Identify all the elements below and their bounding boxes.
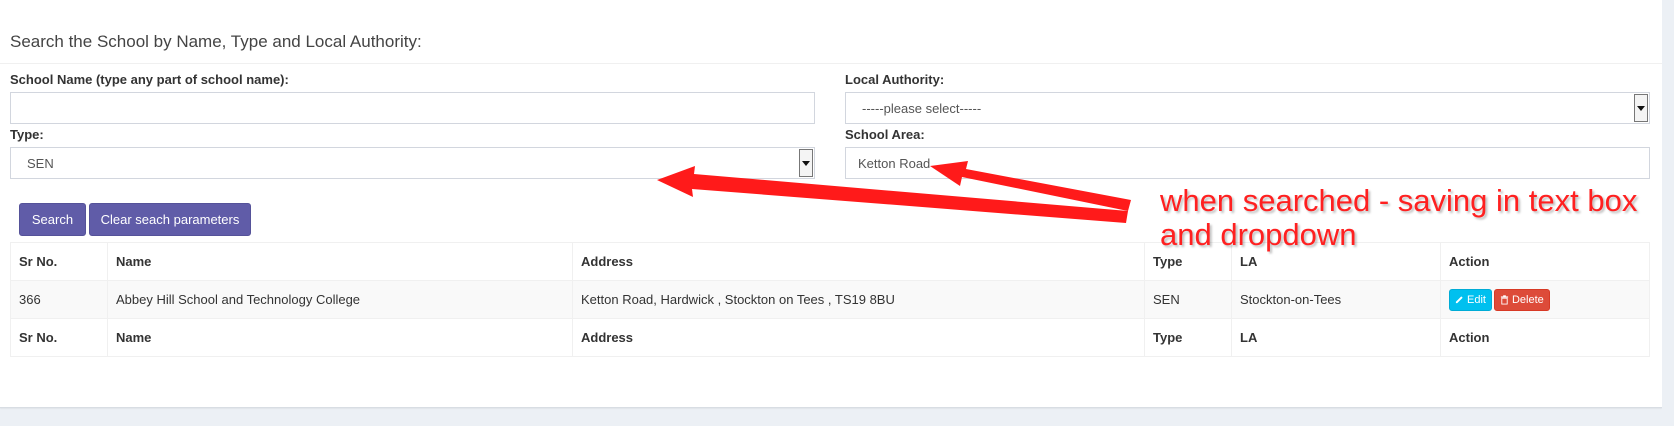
page-scrollbar[interactable] [1662,0,1674,426]
annotation-note: when searched - saving in text box and d… [1160,183,1638,252]
